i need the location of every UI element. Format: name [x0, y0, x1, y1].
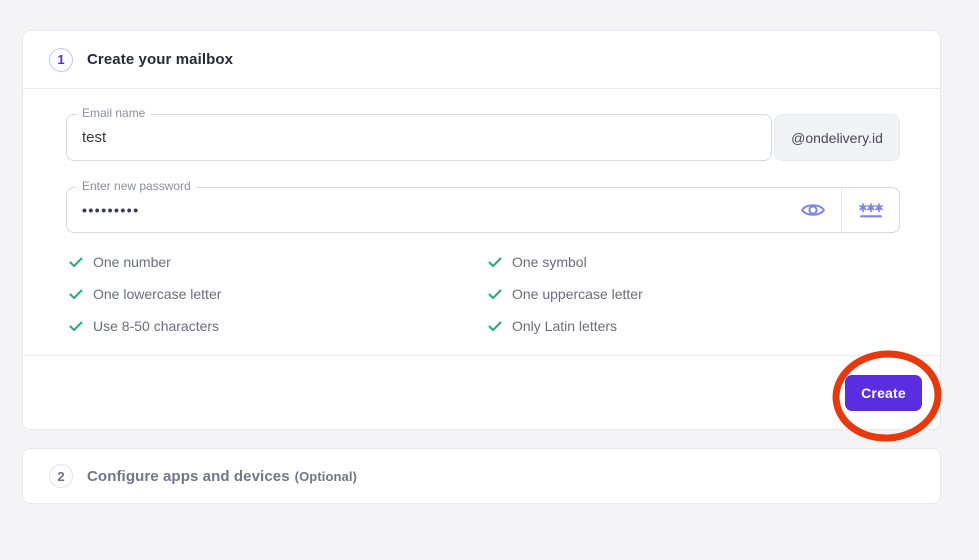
eye-icon — [800, 200, 826, 220]
step-2-optional-tag: (Optional) — [295, 469, 357, 484]
password-field-group: Enter new password ••••••••• — [66, 187, 900, 233]
check-icon — [69, 289, 83, 300]
toggle-password-visibility-button[interactable] — [784, 188, 841, 232]
check-icon — [69, 257, 83, 268]
create-button[interactable]: Create — [845, 375, 922, 411]
step-2-number: 2 — [57, 469, 64, 484]
step-1-number: 1 — [57, 52, 64, 67]
email-field-group: Email name test @ondelivery.id — [66, 114, 900, 161]
check-icon — [488, 257, 502, 268]
step-2-title: Configure apps and devices(Optional) — [87, 468, 357, 485]
email-input[interactable]: test — [66, 114, 772, 161]
generate-password-icon — [859, 202, 883, 219]
password-input[interactable]: ••••••••• — [66, 187, 900, 233]
step-1-title: Create your mailbox — [87, 51, 233, 68]
requirement-item: Use 8-50 characters — [69, 318, 488, 334]
email-domain-suffix: @ondelivery.id — [774, 114, 900, 161]
email-input-value: test — [82, 129, 106, 146]
password-field-label: Enter new password — [77, 179, 196, 193]
step-1-number-badge: 1 — [49, 48, 73, 72]
email-field-label: Email name — [77, 106, 150, 120]
create-mailbox-card: 1 Create your mailbox Email name test @o… — [22, 30, 941, 430]
generate-password-button[interactable] — [842, 188, 899, 232]
password-requirements-list: One number One lowercase letter Use 8-50… — [66, 246, 900, 342]
requirement-item: Only Latin letters — [488, 318, 900, 334]
mailbox-form: Email name test @ondelivery.id Enter new… — [23, 89, 940, 342]
requirement-item: One lowercase letter — [69, 286, 488, 302]
check-icon — [488, 321, 502, 332]
step-1-header: 1 Create your mailbox — [23, 31, 940, 89]
requirement-item: One uppercase letter — [488, 286, 900, 302]
requirement-item: One symbol — [488, 254, 900, 270]
form-footer: Create — [23, 355, 940, 429]
configure-apps-card[interactable]: 2 Configure apps and devices(Optional) — [22, 448, 941, 504]
check-icon — [488, 289, 502, 300]
requirement-item: One number — [69, 254, 488, 270]
check-icon — [69, 321, 83, 332]
step-2-number-badge: 2 — [49, 464, 73, 488]
page: { "page": { "background_color": "#f4f4f7… — [0, 0, 979, 560]
password-masked-value: ••••••••• — [82, 202, 140, 218]
